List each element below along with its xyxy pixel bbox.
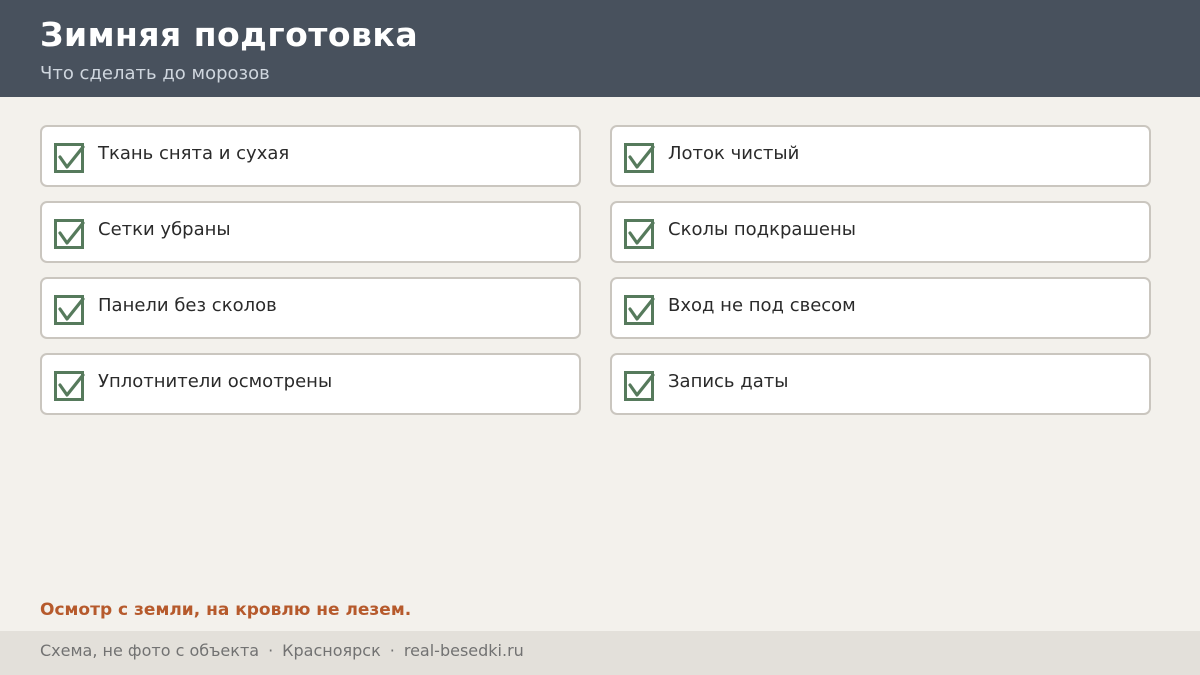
checklist-item[interactable]: Панели без сколов <box>40 277 581 339</box>
checkbox-checked-icon[interactable] <box>54 295 85 325</box>
safety-note: Осмотр с земли, на кровлю не лезем. <box>40 600 412 620</box>
checklist-item[interactable]: Уплотнители осмотрены <box>40 353 581 415</box>
checklist-item-label: Запись даты <box>668 371 789 392</box>
checklist-item[interactable]: Запись даты <box>610 353 1151 415</box>
checklist-item-label: Лоток чистый <box>668 143 800 164</box>
checkbox-checked-icon[interactable] <box>624 219 655 249</box>
checklist-item[interactable]: Сколы подкрашены <box>610 201 1151 263</box>
checkbox-checked-icon[interactable] <box>624 371 655 401</box>
footer-site-link[interactable]: real-besedki.ru <box>404 641 524 660</box>
checkbox-checked-icon[interactable] <box>624 295 655 325</box>
checkbox-checked-icon[interactable] <box>54 371 85 401</box>
checklist-item[interactable]: Сетки убраны <box>40 201 581 263</box>
footer: Схема, не фото с объекта · Красноярск · real… <box>0 631 1200 675</box>
checklist-item-label: Ткань снята и сухая <box>98 143 290 164</box>
checklist-item-label: Уплотнители осмотрены <box>98 371 333 392</box>
footer-disclaimer: Схема, не фото с объекта <box>40 641 260 660</box>
checkbox-checked-icon[interactable] <box>54 143 85 173</box>
checklist-item[interactable]: Вход не под свесом <box>610 277 1151 339</box>
checkbox-checked-icon[interactable] <box>624 143 655 173</box>
header: Зимняя подготовка Что сделать до морозов <box>0 0 1200 97</box>
page-subtitle: Что сделать до морозов <box>40 63 270 84</box>
checklist-item-label: Вход не под свесом <box>668 295 856 316</box>
checklist-item-label: Сколы подкрашены <box>668 219 856 240</box>
checkbox-checked-icon[interactable] <box>54 219 85 249</box>
checklist-item[interactable]: Лоток чистый <box>610 125 1151 187</box>
footer-separator: · <box>389 641 395 660</box>
footer-separator: · <box>268 641 274 660</box>
page-title: Зимняя подготовка <box>40 15 419 54</box>
footer-city: Красноярск <box>282 641 381 660</box>
checklist-item[interactable]: Ткань снята и сухая <box>40 125 581 187</box>
checklist-item-label: Сетки убраны <box>98 219 231 240</box>
checklist-item-label: Панели без сколов <box>98 295 277 316</box>
footer-text: Схема, не фото с объекта · Красноярск · real… <box>40 641 524 660</box>
